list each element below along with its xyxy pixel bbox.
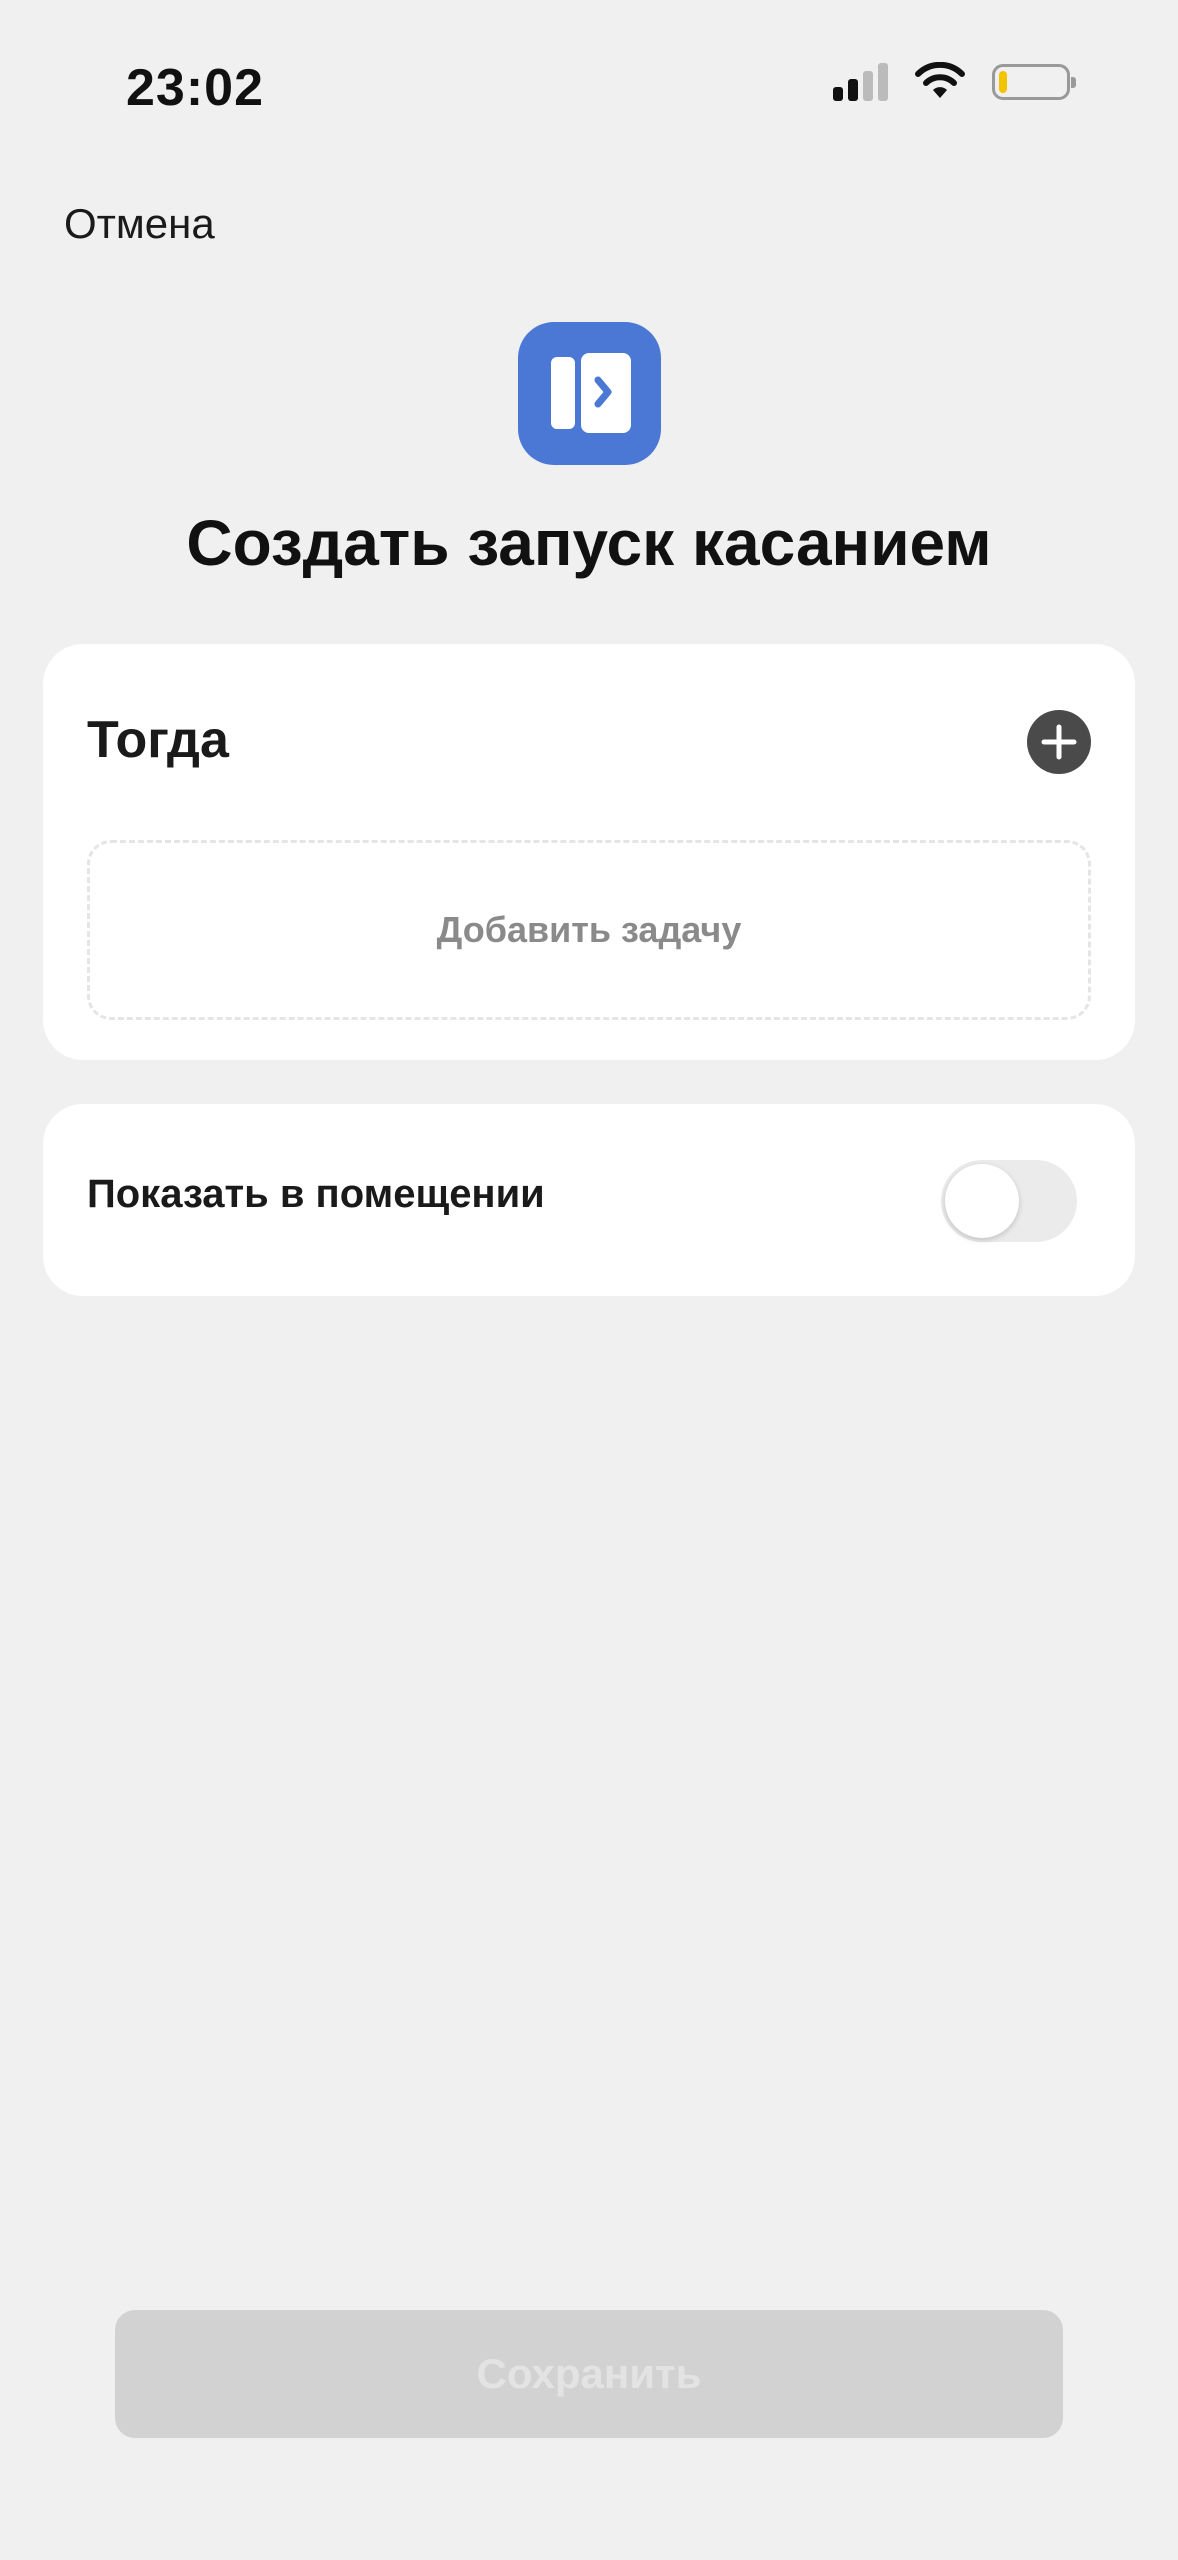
battery-icon xyxy=(992,64,1076,100)
add-task-label: Добавить задачу xyxy=(436,909,742,950)
show-in-room-card: Показать в помещении xyxy=(43,1104,1135,1296)
page-title: Создать запуск касанием xyxy=(186,507,992,579)
battery-level xyxy=(999,71,1007,93)
cellular-signal-icon xyxy=(833,63,888,101)
add-task-placeholder[interactable]: Добавить задачу xyxy=(87,840,1091,1020)
then-section-card: Тогда Добавить задачу xyxy=(43,644,1135,1060)
save-button[interactable]: Сохранить xyxy=(115,2310,1063,2438)
add-task-plus-button[interactable] xyxy=(1027,710,1091,774)
wifi-icon xyxy=(915,62,965,98)
then-section-title: Тогда xyxy=(87,711,229,769)
status-time: 23:02 xyxy=(126,59,264,117)
show-in-room-label: Показать в помещении xyxy=(87,1172,545,1216)
show-in-room-toggle[interactable] xyxy=(941,1160,1077,1242)
tap-launch-icon xyxy=(518,322,661,465)
save-label: Сохранить xyxy=(476,2350,702,2397)
status-icons xyxy=(833,62,1076,102)
plus-circle-icon xyxy=(1041,724,1077,760)
status-bar: 23:02 xyxy=(0,0,1178,170)
toggle-knob xyxy=(945,1164,1019,1238)
cancel-button[interactable]: Отмена xyxy=(64,200,215,248)
